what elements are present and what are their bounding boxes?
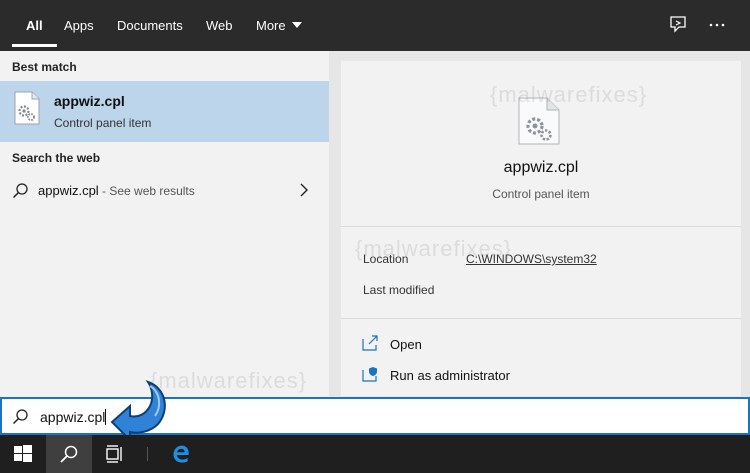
watermark: {malwarefixes} [490, 82, 648, 107]
best-match-subtitle: Control panel item [54, 116, 152, 130]
divider [341, 318, 741, 319]
tab-web-label: Web [206, 18, 233, 33]
search-filter-bar: All Apps Documents Web More [0, 0, 750, 51]
search-icon [60, 445, 78, 463]
web-result-item[interactable]: appwiz.cpl - See web results [0, 175, 329, 207]
edge-icon [173, 445, 189, 463]
tab-more[interactable]: More [256, 0, 302, 51]
web-result-suffix: - See web results [98, 184, 195, 198]
open-label: Open [390, 337, 422, 352]
tab-web[interactable]: Web [206, 0, 233, 51]
search-icon [12, 183, 28, 199]
tab-apps[interactable]: Apps [64, 0, 94, 51]
tab-all-label: All [26, 18, 43, 33]
task-view-icon [106, 445, 122, 463]
preview-title: appwiz.cpl [503, 159, 579, 176]
open-icon [362, 335, 378, 351]
search-input[interactable]: appwiz.cpl [40, 409, 107, 425]
search-input-value: appwiz.cpl [40, 409, 106, 425]
tab-apps-label: Apps [64, 18, 94, 33]
run-as-admin-action[interactable]: Run as administrator [361, 364, 581, 386]
open-action[interactable]: Open [361, 333, 561, 355]
windows-start-icon [14, 445, 32, 462]
task-view-button[interactable] [92, 435, 138, 473]
search-icon [12, 409, 28, 425]
chevron-right-icon[interactable] [298, 182, 310, 198]
watermark: {malwarefixes} [355, 236, 513, 261]
preview-card: appwiz.cpl Control panel item Location C… [341, 61, 741, 396]
web-result-text: appwiz.cpl - See web results [38, 183, 195, 198]
feedback-icon[interactable] [667, 14, 689, 36]
control-panel-file-icon [14, 91, 40, 125]
taskbar-search-button[interactable] [46, 435, 92, 473]
shield-icon [362, 367, 377, 382]
search-web-heading: Search the web [12, 151, 101, 165]
last-modified-label: Last modified [363, 283, 435, 297]
web-result-query: appwiz.cpl [38, 183, 99, 198]
taskbar-separator [147, 447, 148, 461]
text-cursor [105, 409, 107, 425]
preview-subtitle: Control panel item [492, 187, 590, 201]
best-match-heading: Best match [12, 60, 77, 74]
results-pane: Best match appwiz.cpl Control panel item… [0, 51, 329, 397]
pointer-arrow-icon [110, 380, 166, 443]
tab-documents[interactable]: Documents [117, 0, 183, 51]
best-match-title: appwiz.cpl [54, 93, 125, 109]
tab-documents-label: Documents [117, 18, 183, 33]
best-match-item[interactable]: appwiz.cpl Control panel item [0, 81, 329, 142]
start-button[interactable] [0, 435, 46, 473]
divider [341, 226, 741, 227]
run-as-admin-label: Run as administrator [390, 368, 510, 383]
tab-more-label: More [256, 18, 286, 33]
chevron-down-icon [291, 22, 302, 28]
more-options-icon[interactable] [706, 14, 728, 36]
taskbar [0, 435, 750, 473]
tab-all[interactable]: All [12, 0, 56, 51]
edge-button[interactable] [158, 435, 204, 473]
